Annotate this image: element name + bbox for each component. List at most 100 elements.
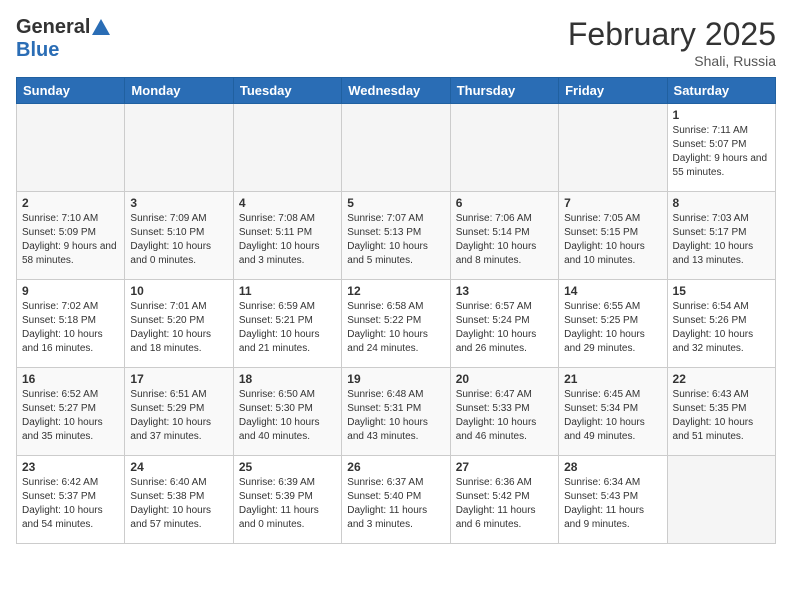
day-info: Sunrise: 7:11 AM Sunset: 5:07 PM Dayligh… — [673, 124, 770, 180]
day-number: 19 — [347, 372, 444, 386]
logo-triangle-icon — [92, 19, 110, 35]
calendar-day-cell — [17, 104, 125, 192]
calendar-day-cell — [559, 104, 667, 192]
day-info: Sunrise: 6:57 AM Sunset: 5:24 PM Dayligh… — [456, 300, 553, 356]
calendar-day-cell: 13 Sunrise: 6:57 AM Sunset: 5:24 PM Dayli… — [450, 280, 558, 368]
calendar-day-cell: 20 Sunrise: 6:47 AM Sunset: 5:33 PM Dayli… — [450, 368, 558, 456]
weekday-header-friday: Friday — [559, 78, 667, 104]
day-info: Sunrise: 6:59 AM Sunset: 5:21 PM Dayligh… — [239, 300, 336, 356]
weekday-header-sunday: Sunday — [17, 78, 125, 104]
weekday-header-monday: Monday — [125, 78, 233, 104]
calendar-week-row: 16 Sunrise: 6:52 AM Sunset: 5:27 PM Dayli… — [17, 368, 776, 456]
day-info: Sunrise: 6:36 AM Sunset: 5:42 PM Dayligh… — [456, 476, 553, 532]
calendar-week-row: 9 Sunrise: 7:02 AM Sunset: 5:18 PM Daylig… — [17, 280, 776, 368]
day-number: 17 — [130, 372, 227, 386]
day-info: Sunrise: 6:40 AM Sunset: 5:38 PM Dayligh… — [130, 476, 227, 532]
day-info: Sunrise: 6:45 AM Sunset: 5:34 PM Dayligh… — [564, 388, 661, 444]
calendar-week-row: 1Sunrise: 7:11 AM Sunset: 5:07 PM Daylig… — [17, 104, 776, 192]
day-number: 4 — [239, 196, 336, 210]
weekday-header-tuesday: Tuesday — [233, 78, 341, 104]
title-block: February 2025 Shali, Russia — [568, 16, 776, 69]
day-number: 15 — [673, 284, 770, 298]
calendar-day-cell: 6 Sunrise: 7:06 AM Sunset: 5:14 PM Daylig… — [450, 192, 558, 280]
calendar-day-cell — [233, 104, 341, 192]
logo: General Blue — [16, 16, 110, 62]
day-info: Sunrise: 7:06 AM Sunset: 5:14 PM Dayligh… — [456, 212, 553, 268]
day-info: Sunrise: 7:09 AM Sunset: 5:10 PM Dayligh… — [130, 212, 227, 268]
location: Shali, Russia — [568, 53, 776, 69]
day-info: Sunrise: 6:37 AM Sunset: 5:40 PM Dayligh… — [347, 476, 444, 532]
calendar-day-cell: 26 Sunrise: 6:37 AM Sunset: 5:40 PM Dayli… — [342, 456, 450, 544]
day-number: 22 — [673, 372, 770, 386]
day-number: 5 — [347, 196, 444, 210]
calendar-week-row: 2 Sunrise: 7:10 AM Sunset: 5:09 PM Daylig… — [17, 192, 776, 280]
calendar-day-cell: 16 Sunrise: 6:52 AM Sunset: 5:27 PM Dayli… — [17, 368, 125, 456]
weekday-header-thursday: Thursday — [450, 78, 558, 104]
calendar-day-cell: 28Sunrise: 6:34 AM Sunset: 5:43 PM Dayli… — [559, 456, 667, 544]
day-number: 16 — [22, 372, 119, 386]
calendar-table: SundayMondayTuesdayWednesdayThursdayFrid… — [16, 77, 776, 544]
day-info: Sunrise: 6:55 AM Sunset: 5:25 PM Dayligh… — [564, 300, 661, 356]
day-info: Sunrise: 6:54 AM Sunset: 5:26 PM Dayligh… — [673, 300, 770, 356]
calendar-day-cell: 23 Sunrise: 6:42 AM Sunset: 5:37 PM Dayli… — [17, 456, 125, 544]
day-number: 23 — [22, 460, 119, 474]
day-info: Sunrise: 6:43 AM Sunset: 5:35 PM Dayligh… — [673, 388, 770, 444]
day-number: 27 — [456, 460, 553, 474]
day-number: 26 — [347, 460, 444, 474]
day-number: 3 — [130, 196, 227, 210]
calendar-day-cell — [342, 104, 450, 192]
calendar-day-cell: 1Sunrise: 7:11 AM Sunset: 5:07 PM Daylig… — [667, 104, 775, 192]
calendar-day-cell: 9 Sunrise: 7:02 AM Sunset: 5:18 PM Daylig… — [17, 280, 125, 368]
month-title: February 2025 — [568, 16, 776, 53]
day-info: Sunrise: 6:47 AM Sunset: 5:33 PM Dayligh… — [456, 388, 553, 444]
day-info: Sunrise: 6:58 AM Sunset: 5:22 PM Dayligh… — [347, 300, 444, 356]
calendar-day-cell: 18 Sunrise: 6:50 AM Sunset: 5:30 PM Dayli… — [233, 368, 341, 456]
weekday-header-row: SundayMondayTuesdayWednesdayThursdayFrid… — [17, 78, 776, 104]
day-number: 18 — [239, 372, 336, 386]
day-info: Sunrise: 7:10 AM Sunset: 5:09 PM Dayligh… — [22, 212, 119, 268]
day-number: 11 — [239, 284, 336, 298]
calendar-day-cell: 27 Sunrise: 6:36 AM Sunset: 5:42 PM Dayli… — [450, 456, 558, 544]
day-info: Sunrise: 6:34 AM Sunset: 5:43 PM Dayligh… — [564, 476, 661, 532]
calendar-day-cell: 19 Sunrise: 6:48 AM Sunset: 5:31 PM Dayli… — [342, 368, 450, 456]
day-number: 25 — [239, 460, 336, 474]
calendar-week-row: 23 Sunrise: 6:42 AM Sunset: 5:37 PM Dayli… — [17, 456, 776, 544]
calendar-day-cell: 25Sunrise: 6:39 AM Sunset: 5:39 PM Dayli… — [233, 456, 341, 544]
day-number: 14 — [564, 284, 661, 298]
calendar-day-cell — [125, 104, 233, 192]
weekday-header-wednesday: Wednesday — [342, 78, 450, 104]
calendar-day-cell: 24 Sunrise: 6:40 AM Sunset: 5:38 PM Dayli… — [125, 456, 233, 544]
day-number: 2 — [22, 196, 119, 210]
calendar-day-cell: 14 Sunrise: 6:55 AM Sunset: 5:25 PM Dayli… — [559, 280, 667, 368]
weekday-header-saturday: Saturday — [667, 78, 775, 104]
day-info: Sunrise: 6:52 AM Sunset: 5:27 PM Dayligh… — [22, 388, 119, 444]
calendar-day-cell: 21 Sunrise: 6:45 AM Sunset: 5:34 PM Dayli… — [559, 368, 667, 456]
calendar-day-cell: 5Sunrise: 7:07 AM Sunset: 5:13 PM Daylig… — [342, 192, 450, 280]
day-info: Sunrise: 6:50 AM Sunset: 5:30 PM Dayligh… — [239, 388, 336, 444]
day-info: Sunrise: 6:42 AM Sunset: 5:37 PM Dayligh… — [22, 476, 119, 532]
calendar-day-cell — [450, 104, 558, 192]
day-info: Sunrise: 7:03 AM Sunset: 5:17 PM Dayligh… — [673, 212, 770, 268]
day-number: 24 — [130, 460, 227, 474]
calendar-day-cell: 3 Sunrise: 7:09 AM Sunset: 5:10 PM Daylig… — [125, 192, 233, 280]
calendar-day-cell: 10Sunrise: 7:01 AM Sunset: 5:20 PM Dayli… — [125, 280, 233, 368]
calendar-day-cell: 8 Sunrise: 7:03 AM Sunset: 5:17 PM Daylig… — [667, 192, 775, 280]
day-number: 21 — [564, 372, 661, 386]
calendar-day-cell: 7Sunrise: 7:05 AM Sunset: 5:15 PM Daylig… — [559, 192, 667, 280]
calendar-day-cell: 22 Sunrise: 6:43 AM Sunset: 5:35 PM Dayli… — [667, 368, 775, 456]
day-info: Sunrise: 6:51 AM Sunset: 5:29 PM Dayligh… — [130, 388, 227, 444]
day-number: 20 — [456, 372, 553, 386]
page-header: General Blue February 2025 Shali, Russia — [16, 16, 776, 69]
day-info: Sunrise: 6:48 AM Sunset: 5:31 PM Dayligh… — [347, 388, 444, 444]
calendar-day-cell: 11 Sunrise: 6:59 AM Sunset: 5:21 PM Dayli… — [233, 280, 341, 368]
calendar-day-cell: 4Sunrise: 7:08 AM Sunset: 5:11 PM Daylig… — [233, 192, 341, 280]
day-info: Sunrise: 7:05 AM Sunset: 5:15 PM Dayligh… — [564, 212, 661, 268]
day-number: 8 — [673, 196, 770, 210]
day-number: 13 — [456, 284, 553, 298]
day-number: 6 — [456, 196, 553, 210]
logo-general: General — [16, 16, 90, 39]
calendar-day-cell — [667, 456, 775, 544]
logo-blue: Blue — [16, 39, 59, 62]
day-info: Sunrise: 7:02 AM Sunset: 5:18 PM Dayligh… — [22, 300, 119, 356]
day-number: 9 — [22, 284, 119, 298]
